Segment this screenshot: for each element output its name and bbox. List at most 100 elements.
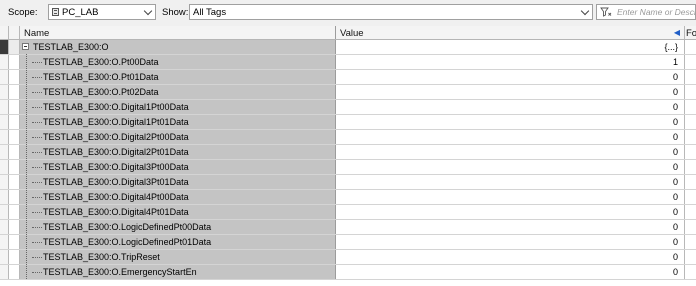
tag-value-cell[interactable]: 0 bbox=[336, 130, 685, 144]
value-column-label: Value bbox=[340, 28, 364, 39]
tree-connector bbox=[32, 137, 42, 138]
tag-row[interactable]: TESTLAB_E300:O.Digital2Pt01Data 0 bbox=[0, 145, 696, 160]
tag-value: 0 bbox=[672, 162, 678, 172]
tag-value: 0 bbox=[672, 207, 678, 217]
tag-name-cell[interactable]: TESTLAB_E300:O bbox=[20, 40, 336, 54]
header-indicator bbox=[9, 26, 20, 39]
tag-name-cell[interactable]: TESTLAB_E300:O.Digital2Pt01Data bbox=[20, 145, 336, 159]
tag-value-cell[interactable]: 0 bbox=[336, 190, 685, 204]
tag-name-cell[interactable]: TESTLAB_E300:O.Pt00Data bbox=[20, 55, 336, 69]
tag-name-cell[interactable]: TESTLAB_E300:O.LogicDefinedPt01Data bbox=[20, 235, 336, 249]
show-dropdown[interactable]: All Tags bbox=[189, 4, 593, 20]
tree-connector bbox=[32, 227, 42, 228]
tag-name: TESTLAB_E300:O.Pt02Data bbox=[43, 87, 159, 97]
row-selector[interactable] bbox=[0, 220, 9, 234]
scope-dropdown[interactable]: PC_LAB bbox=[48, 4, 156, 20]
row-selector[interactable] bbox=[0, 250, 9, 264]
force-cell bbox=[685, 220, 696, 234]
row-selector[interactable] bbox=[0, 85, 9, 99]
row-indicator bbox=[9, 100, 20, 114]
tag-name: TESTLAB_E300:O.Digital1Pt01Data bbox=[43, 117, 189, 127]
tag-row[interactable]: TESTLAB_E300:O.TripReset 0 bbox=[0, 250, 696, 265]
tag-value-cell[interactable]: 0 bbox=[336, 115, 685, 129]
tag-row[interactable]: TESTLAB_E300:O.Pt00Data 1 bbox=[0, 55, 696, 70]
tag-row[interactable]: TESTLAB_E300:O.Digital3Pt00Data 0 bbox=[0, 160, 696, 175]
row-selector[interactable] bbox=[0, 145, 9, 159]
force-cell bbox=[685, 205, 696, 219]
tag-value-cell[interactable]: 0 bbox=[336, 145, 685, 159]
tag-row[interactable]: TESTLAB_E300:O.Pt02Data 0 bbox=[0, 85, 696, 100]
row-indicator bbox=[9, 250, 20, 264]
tag-row-parent[interactable]: TESTLAB_E300:O {...} bbox=[0, 40, 696, 55]
force-cell bbox=[685, 55, 696, 69]
tag-row[interactable]: TESTLAB_E300:O.EmergencyStartEn 0 bbox=[0, 265, 696, 280]
chevron-down-icon[interactable] bbox=[580, 6, 590, 16]
tag-value: 0 bbox=[672, 147, 678, 157]
sort-arrow-icon: ◀ bbox=[673, 28, 680, 37]
tree-vertical-line bbox=[26, 54, 27, 279]
tag-value-cell[interactable]: 1 bbox=[336, 55, 685, 69]
tag-value: 0 bbox=[672, 117, 678, 127]
tag-value-cell[interactable]: 0 bbox=[336, 70, 685, 84]
tag-value-cell[interactable]: {...} bbox=[336, 40, 685, 54]
tag-row[interactable]: TESTLAB_E300:O.Digital4Pt01Data 0 bbox=[0, 205, 696, 220]
tag-name-cell[interactable]: TESTLAB_E300:O.EmergencyStartEn bbox=[20, 265, 336, 279]
tag-value-cell[interactable]: 0 bbox=[336, 100, 685, 114]
tag-row[interactable]: TESTLAB_E300:O.Digital3Pt01Data 0 bbox=[0, 175, 696, 190]
row-selector[interactable] bbox=[0, 235, 9, 249]
tag-value-cell[interactable]: 0 bbox=[336, 85, 685, 99]
collapse-icon[interactable] bbox=[22, 43, 29, 50]
row-selector[interactable] bbox=[0, 205, 9, 219]
tag-row[interactable]: TESTLAB_E300:O.Digital4Pt00Data 0 bbox=[0, 190, 696, 205]
row-indicator bbox=[9, 265, 20, 279]
tag-name-cell[interactable]: TESTLAB_E300:O.Digital1Pt01Data bbox=[20, 115, 336, 129]
row-selector[interactable] bbox=[0, 175, 9, 189]
tag-value: 0 bbox=[672, 132, 678, 142]
tag-row[interactable]: TESTLAB_E300:O.Digital1Pt00Data 0 bbox=[0, 100, 696, 115]
tag-name-cell[interactable]: TESTLAB_E300:O.Digital3Pt00Data bbox=[20, 160, 336, 174]
tag-row[interactable]: TESTLAB_E300:O.Pt01Data 0 bbox=[0, 70, 696, 85]
tag-value-cell[interactable]: 0 bbox=[336, 265, 685, 279]
tag-name-cell[interactable]: TESTLAB_E300:O.Digital4Pt01Data bbox=[20, 205, 336, 219]
row-selector[interactable] bbox=[0, 115, 9, 129]
tag-value-cell[interactable]: 0 bbox=[336, 175, 685, 189]
value-column-header[interactable]: Value ◀ bbox=[336, 26, 685, 39]
tag-value-cell[interactable]: 0 bbox=[336, 220, 685, 234]
name-filter-input[interactable]: Enter Name or Description bbox=[596, 4, 696, 20]
tag-row[interactable]: TESTLAB_E300:O.Digital2Pt00Data 0 bbox=[0, 130, 696, 145]
tag-name-cell[interactable]: TESTLAB_E300:O.Digital4Pt00Data bbox=[20, 190, 336, 204]
row-selector[interactable] bbox=[0, 70, 9, 84]
tag-toolbar: Scope: PC_LAB Show: All Tags Enter Name … bbox=[0, 0, 696, 27]
row-indicator bbox=[9, 205, 20, 219]
force-cell bbox=[685, 265, 696, 279]
row-selector[interactable] bbox=[0, 190, 9, 204]
force-column-header[interactable]: Fo bbox=[685, 26, 696, 39]
tag-value-cell[interactable]: 0 bbox=[336, 235, 685, 249]
tag-value-cell[interactable]: 0 bbox=[336, 160, 685, 174]
tag-row[interactable]: TESTLAB_E300:O.LogicDefinedPt00Data 0 bbox=[0, 220, 696, 235]
tree-connector bbox=[32, 92, 42, 93]
tag-name-cell[interactable]: TESTLAB_E300:O.TripReset bbox=[20, 250, 336, 264]
tag-name-cell[interactable]: TESTLAB_E300:O.LogicDefinedPt00Data bbox=[20, 220, 336, 234]
name-column-header[interactable]: Name bbox=[20, 26, 336, 39]
row-selector[interactable] bbox=[0, 40, 9, 54]
row-selector[interactable] bbox=[0, 130, 9, 144]
row-selector[interactable] bbox=[0, 55, 9, 69]
tag-row[interactable]: TESTLAB_E300:O.LogicDefinedPt01Data 0 bbox=[0, 235, 696, 250]
tag-name-cell[interactable]: TESTLAB_E300:O.Pt02Data bbox=[20, 85, 336, 99]
filter-icon[interactable] bbox=[600, 6, 612, 18]
row-selector[interactable] bbox=[0, 265, 9, 279]
row-selector[interactable] bbox=[0, 160, 9, 174]
row-selector[interactable] bbox=[0, 100, 9, 114]
tag-row[interactable]: TESTLAB_E300:O.Digital1Pt01Data 0 bbox=[0, 115, 696, 130]
tag-name-cell[interactable]: TESTLAB_E300:O.Pt01Data bbox=[20, 70, 336, 84]
tag-value-cell[interactable]: 0 bbox=[336, 205, 685, 219]
tag-value-cell[interactable]: 0 bbox=[336, 250, 685, 264]
tag-value: 0 bbox=[672, 237, 678, 247]
row-indicator bbox=[9, 70, 20, 84]
tag-name-cell[interactable]: TESTLAB_E300:O.Digital2Pt00Data bbox=[20, 130, 336, 144]
tag-value: 0 bbox=[672, 102, 678, 112]
tag-name-cell[interactable]: TESTLAB_E300:O.Digital1Pt00Data bbox=[20, 100, 336, 114]
chevron-down-icon[interactable] bbox=[143, 6, 153, 16]
tag-name-cell[interactable]: TESTLAB_E300:O.Digital3Pt01Data bbox=[20, 175, 336, 189]
